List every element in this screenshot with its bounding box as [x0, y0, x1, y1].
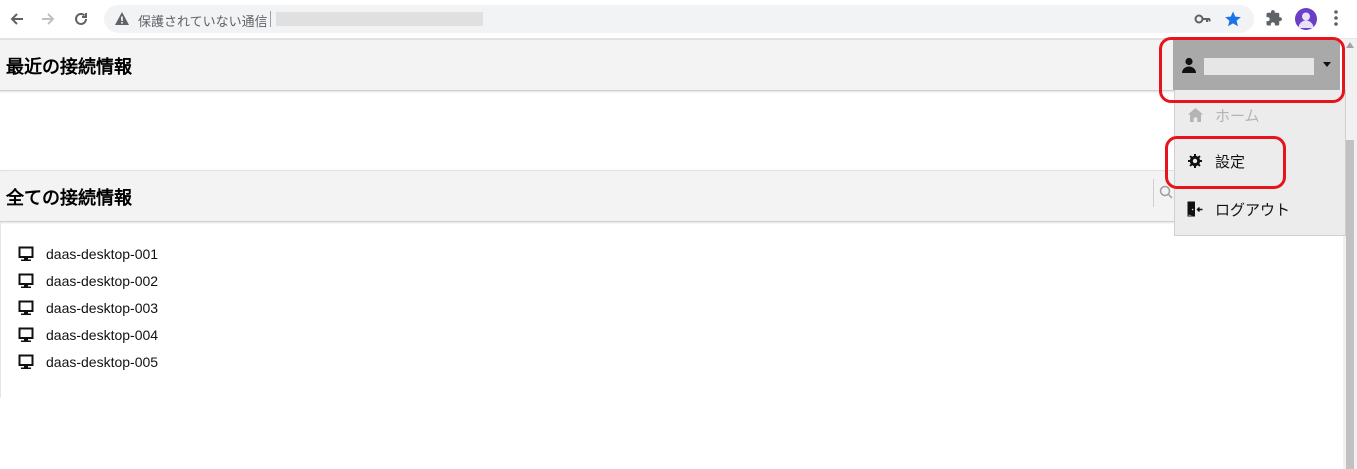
monitor-icon	[18, 273, 34, 288]
menu-item-logout-label[interactable]: ログアウト	[1215, 199, 1290, 220]
url-divider	[270, 11, 271, 27]
door-exit-icon	[1187, 201, 1203, 217]
connection-list: daas-desktop-001 daas-desktop-002 daas-d…	[18, 240, 158, 375]
person-icon	[1182, 57, 1196, 73]
caret-down-icon	[1323, 62, 1331, 67]
connection-name[interactable]: daas-desktop-001	[46, 246, 158, 262]
back-button[interactable]	[6, 8, 28, 30]
menu-item-settings[interactable]: 設定	[1175, 138, 1345, 184]
connection-name[interactable]: daas-desktop-005	[46, 354, 158, 370]
connection-item[interactable]: daas-desktop-002	[18, 267, 158, 294]
browser-toolbar: 保護されていない通信	[0, 0, 1357, 39]
scroll-up-arrow-icon[interactable]	[1346, 42, 1354, 48]
connection-item[interactable]: daas-desktop-001	[18, 240, 158, 267]
gear-icon	[1187, 153, 1203, 169]
arrow-right-icon	[42, 13, 55, 25]
connection-item[interactable]: daas-desktop-003	[18, 294, 158, 321]
recent-connections-title: 最近の接続情報	[6, 57, 132, 78]
user-dropdown-menu: ホーム 設定 ログアウト	[1174, 90, 1346, 236]
address-bar[interactable]: 保護されていない通信	[104, 5, 1254, 33]
monitor-icon	[18, 300, 34, 315]
security-status-label[interactable]: 保護されていない通信	[138, 11, 268, 30]
arrow-left-icon	[10, 13, 23, 25]
reload-button[interactable]	[70, 8, 92, 30]
all-connections-title: 全ての接続情報	[6, 188, 132, 209]
all-connections-header: 全ての接続情報	[0, 170, 1175, 222]
forward-button[interactable]	[37, 8, 59, 30]
user-menu-button[interactable]	[1173, 40, 1340, 90]
url-text[interactable]	[276, 12, 483, 26]
monitor-icon	[18, 327, 34, 342]
profile-avatar[interactable]	[1295, 8, 1317, 30]
menu-item-settings-label[interactable]: 設定	[1215, 151, 1245, 172]
warning-triangle-icon[interactable]	[114, 11, 130, 27]
list-left-border	[0, 222, 1, 398]
search-divider	[1153, 179, 1154, 207]
home-icon	[1187, 107, 1203, 123]
puzzle-icon[interactable]	[1265, 9, 1283, 27]
connection-item[interactable]: daas-desktop-004	[18, 321, 158, 348]
monitor-icon	[18, 246, 34, 261]
connection-name[interactable]: daas-desktop-003	[46, 300, 158, 316]
menu-item-home-label[interactable]: ホーム	[1215, 105, 1260, 126]
connection-name[interactable]: daas-desktop-004	[46, 327, 158, 343]
connection-name[interactable]: daas-desktop-002	[46, 273, 158, 289]
reload-icon	[75, 12, 87, 25]
key-icon[interactable]	[1194, 11, 1212, 27]
menu-item-home[interactable]: ホーム	[1175, 92, 1345, 138]
star-icon[interactable]	[1224, 10, 1242, 28]
search-icon[interactable]	[1159, 185, 1173, 199]
recent-connections-header: 最近の接続情報	[0, 39, 1175, 91]
menu-item-logout[interactable]: ログアウト	[1175, 186, 1345, 232]
connection-item[interactable]: daas-desktop-005	[18, 348, 158, 375]
username-label	[1204, 58, 1314, 75]
page-scrollbar-thumb[interactable]	[1346, 140, 1354, 469]
vertical-dots-icon[interactable]	[1333, 9, 1339, 27]
profile-person-icon	[1298, 12, 1314, 28]
monitor-icon	[18, 354, 34, 369]
